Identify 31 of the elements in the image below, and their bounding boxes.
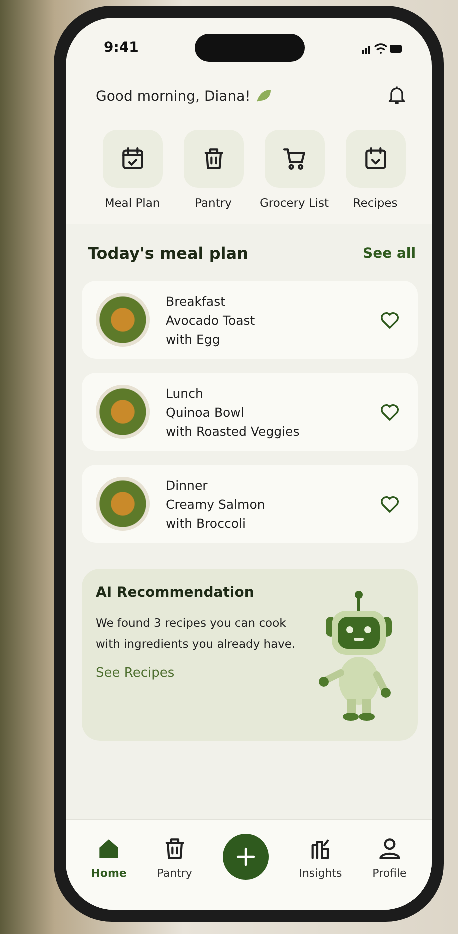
status-icons [362, 42, 402, 54]
nav-tab[interactable]: Home [91, 834, 127, 880]
meal-card[interactable]: Dinner Creamy Salmon with Broccoli [82, 465, 418, 543]
meal-card[interactable]: Lunch Quinoa Bowl with Roasted Veggies [82, 373, 418, 451]
meal-type: Breakfast [166, 294, 227, 308]
see-recipes-link[interactable]: See Recipes [96, 666, 314, 682]
meal-detail: with Broccoli [166, 516, 247, 530]
nav-tab[interactable]: Pantry [157, 834, 192, 880]
status-time: 9:41 [104, 40, 139, 56]
nav-tab[interactable]: Profile [372, 834, 407, 880]
meal-detail: with Roasted Veggies [166, 424, 301, 438]
meal-card[interactable]: Breakfast Avocado Toast with Egg [82, 281, 418, 359]
plus-icon [236, 847, 256, 867]
food-photo-placeholder [96, 477, 150, 531]
food-photo-placeholder [96, 293, 150, 347]
notification-bell-icon[interactable] [386, 84, 408, 106]
meal-type: Dinner [166, 478, 209, 492]
greeting-text: Good morning, Diana! [96, 88, 251, 104]
leaf-icon [256, 89, 272, 104]
meal-name: Creamy Salmon [166, 496, 266, 512]
nav-tab[interactable]: Insights [299, 834, 342, 880]
meal-type: Lunch [166, 386, 204, 400]
recommendation-text: We found 3 recipes you can cook with ingredients you already have. [96, 615, 297, 653]
meal-name: Avocado Toast [166, 312, 256, 328]
add-button[interactable] [222, 834, 269, 880]
meal-name: Quinoa Bowl [166, 404, 246, 420]
see-all-link[interactable]: See all [363, 246, 416, 262]
food-photo-placeholder [96, 385, 150, 439]
meal-detail: with Egg [166, 332, 222, 346]
card-title: AI Recommendation [96, 585, 256, 601]
section-title: Today's meal plan [88, 244, 248, 263]
